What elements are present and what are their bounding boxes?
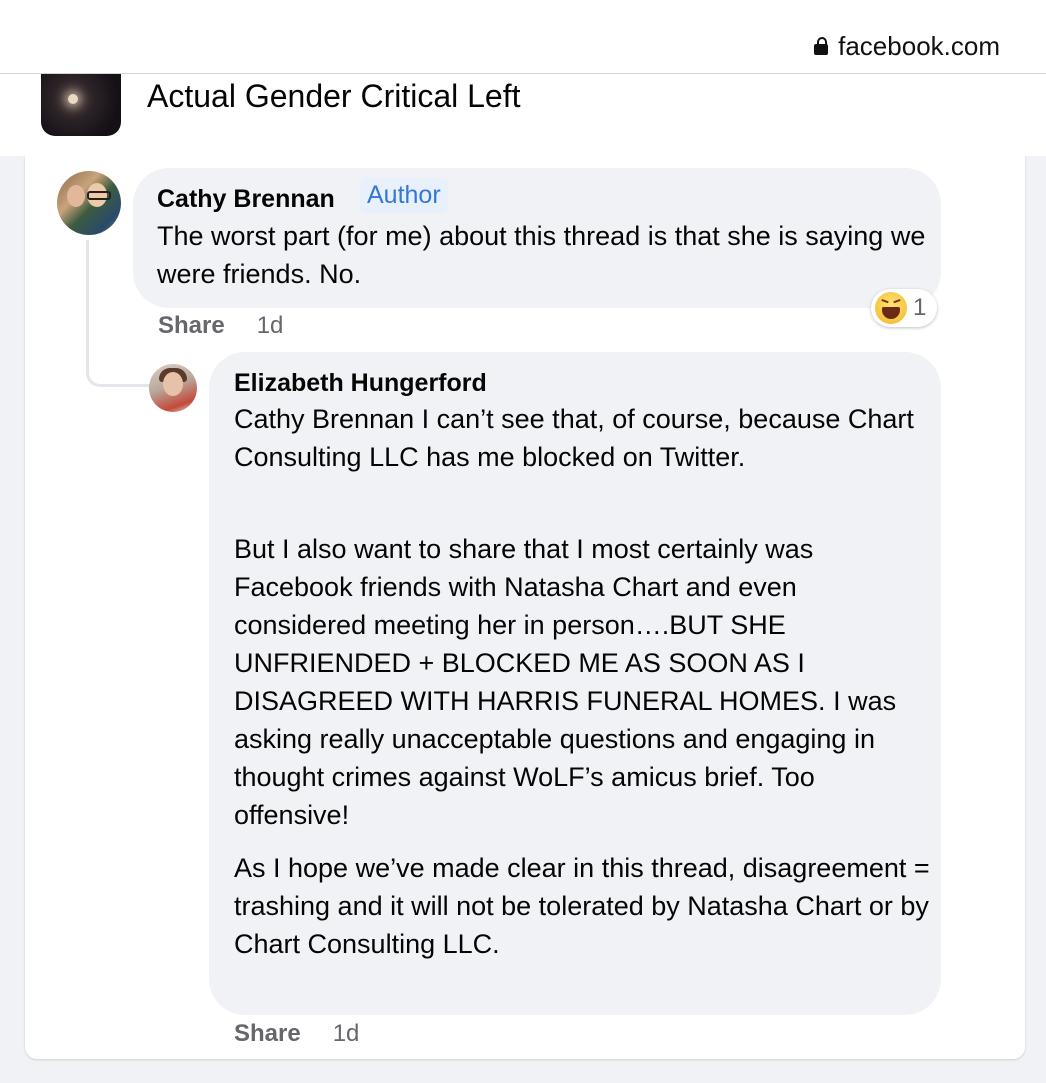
comment-paragraph: Cathy Brennan I can’t see that, of cours… (234, 404, 914, 472)
author-badge: Author (360, 178, 448, 213)
group-header: Actual Gender Critical Left (0, 74, 1046, 156)
browser-address-bar[interactable]: facebook.com (0, 0, 1046, 74)
lock-icon (814, 37, 830, 55)
avatar[interactable] (57, 171, 121, 235)
reaction-count: 1 (913, 294, 927, 321)
comment-bubble: Cathy Brennan Author The worst part (for… (133, 168, 941, 308)
url-display[interactable]: facebook.com (814, 30, 1000, 62)
comment-text: The worst part (for me) about this threa… (157, 221, 926, 289)
reply-actions: Share 1d (234, 1020, 359, 1048)
haha-icon (875, 292, 907, 324)
comment-timestamp[interactable]: 1d (257, 312, 284, 340)
reaction-summary[interactable]: 1 (871, 289, 937, 327)
url-text: facebook.com (838, 30, 1000, 61)
group-name[interactable]: Actual Gender Critical Left (147, 78, 521, 115)
comment-paragraph: But I also want to share that I most cer… (234, 534, 897, 830)
share-button[interactable]: Share (234, 1020, 301, 1048)
comment-author-name[interactable]: Elizabeth Hungerford (234, 369, 487, 398)
comment-paragraph: As I hope we’ve made clear in this threa… (234, 853, 930, 959)
group-cover-image[interactable] (41, 74, 121, 136)
comment-timestamp[interactable]: 1d (333, 1020, 360, 1048)
avatar[interactable] (149, 364, 197, 412)
comment-actions: Share 1d (158, 312, 283, 340)
comment-author-name[interactable]: Cathy Brennan (157, 185, 335, 214)
reply-bubble: Elizabeth Hungerford Cathy Brennan I can… (209, 352, 941, 1015)
share-button[interactable]: Share (158, 312, 225, 340)
